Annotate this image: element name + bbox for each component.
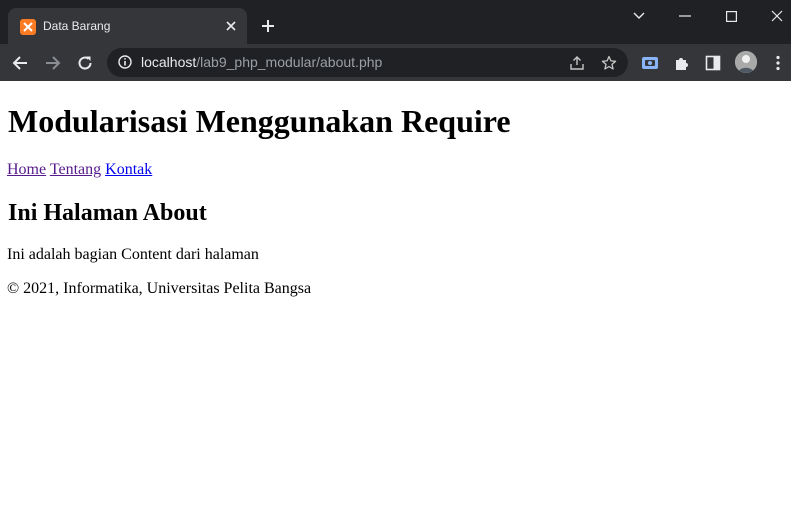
nav-link-kontak[interactable]: Kontak (105, 161, 152, 178)
browser-titlebar: Data Barang (0, 0, 791, 44)
new-tab-icon[interactable] (258, 16, 278, 36)
address-bar[interactable]: localhost/lab9_php_modular/about.php (107, 48, 628, 77)
browser-tab[interactable]: Data Barang (8, 8, 247, 44)
back-arrow-icon[interactable] (9, 52, 31, 74)
url-host: localhost (141, 54, 197, 70)
nav-link-tentang[interactable]: Tentang (50, 161, 101, 178)
more-vertical-icon[interactable] (768, 53, 788, 73)
info-icon[interactable] (117, 54, 133, 70)
star-icon[interactable] (600, 54, 618, 72)
screencast-icon[interactable] (640, 53, 660, 73)
page-nav: Home Tentang Kontak (7, 161, 152, 179)
page-content: Modularisasi Menggunakan Require Home Te… (0, 81, 791, 505)
reload-icon[interactable] (74, 52, 96, 74)
content-paragraph: Ini adalah bagian Content dari halaman (7, 246, 259, 263)
section-heading: Ini Halaman About (8, 200, 207, 226)
minimize-icon[interactable] (674, 6, 696, 26)
close-window-icon[interactable] (766, 6, 788, 26)
xampp-icon (20, 19, 36, 35)
browser-toolbar: localhost/lab9_php_modular/about.php (0, 44, 791, 81)
chevron-down-icon[interactable] (628, 6, 650, 26)
avatar[interactable] (735, 51, 757, 73)
nav-link-home[interactable]: Home (7, 161, 46, 178)
maximize-icon[interactable] (720, 6, 742, 26)
page-title: Modularisasi Menggunakan Require (8, 103, 511, 139)
side-panel-icon[interactable] (703, 53, 723, 73)
url-path: /lab9_php_modular/about.php (196, 54, 383, 70)
close-icon[interactable] (223, 18, 239, 34)
puzzle-icon[interactable] (672, 53, 692, 73)
forward-arrow-icon[interactable] (42, 52, 64, 74)
page-footer: © 2021, Informatika, Universitas Pelita … (7, 280, 312, 297)
tab-title: Data Barang (43, 19, 111, 33)
share-icon[interactable] (568, 54, 586, 72)
url-text: localhost/lab9_php_modular/about.php (141, 48, 382, 77)
